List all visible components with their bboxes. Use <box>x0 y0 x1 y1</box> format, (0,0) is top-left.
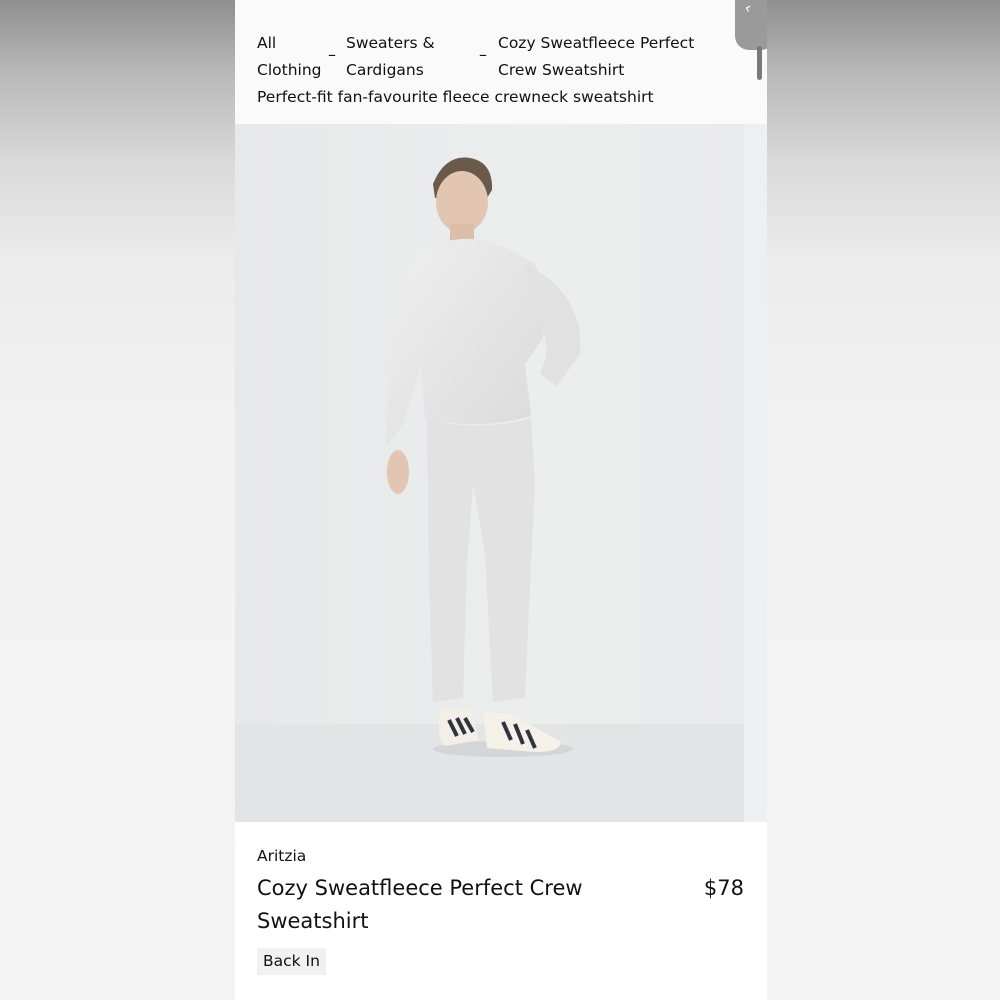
product-page: All Clothing – Sweaters & Cardigans – Co… <box>235 0 767 1000</box>
breadcrumb-sweaters-cardigans[interactable]: Sweaters & Cardigans <box>346 30 466 84</box>
page-header: All Clothing – Sweaters & Cardigans – Co… <box>235 0 767 124</box>
back-button[interactable]: ‹ <box>735 0 767 50</box>
brand-name[interactable]: Aritzia <box>257 847 306 865</box>
model-face <box>436 171 488 233</box>
product-title[interactable]: Cozy Sweatfleece Perfect Crew Sweatshirt <box>257 872 637 938</box>
product-image[interactable] <box>235 124 744 822</box>
breadcrumb-separator: – <box>479 45 487 64</box>
scrollbar-thumb[interactable] <box>757 46 762 80</box>
status-badge: Back In <box>257 948 326 975</box>
back-arrow-icon: ‹ <box>741 0 755 18</box>
product-info: Aritzia Cozy Sweatfleece Perfect Crew Sw… <box>235 822 767 1000</box>
next-image-peek[interactable] <box>744 124 767 822</box>
model-photo <box>235 124 744 822</box>
product-tagline: Perfect-fit fan-favourite fleece crewnec… <box>257 88 654 106</box>
product-price: $78 <box>703 876 744 900</box>
breadcrumb-current-product[interactable]: Cozy Sweatfleece Perfect Crew Sweatshirt <box>498 30 738 84</box>
model-hand <box>387 450 409 494</box>
breadcrumb-separator: – <box>328 45 336 64</box>
breadcrumb-all-clothing[interactable]: All Clothing <box>257 30 327 84</box>
